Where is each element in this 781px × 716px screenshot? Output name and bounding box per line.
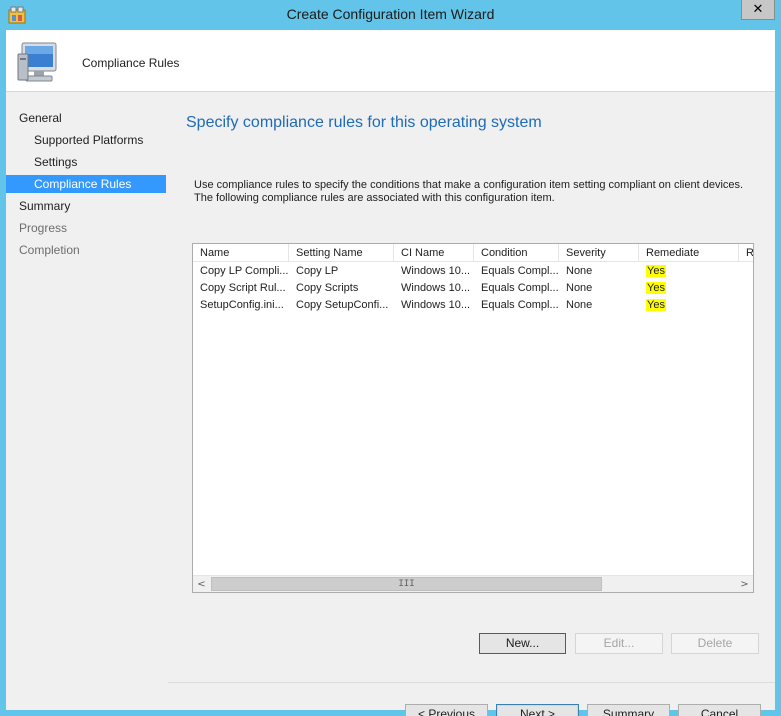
nav-item-settings[interactable]: Settings	[34, 153, 77, 171]
wizard-header: Compliance Rules	[6, 30, 775, 92]
cell-severity: None	[566, 265, 593, 277]
wizard-nav: General Supported Platforms Settings Com…	[6, 93, 168, 710]
previous-button[interactable]: < Previous	[405, 704, 488, 716]
scroll-left-arrow-icon[interactable]: <	[193, 576, 210, 592]
column-header-ci-name[interactable]: CI Name	[394, 244, 474, 261]
table-row[interactable]: SetupConfig.ini... Copy SetupConfi... Wi…	[193, 297, 753, 314]
column-header-condition[interactable]: Condition	[474, 244, 559, 261]
column-header-remediate[interactable]: Remediate	[639, 244, 739, 261]
cell-ci-name: Windows 10...	[401, 282, 471, 294]
nav-item-summary[interactable]: Summary	[19, 197, 70, 215]
nav-item-compliance-rules[interactable]: Compliance Rules	[6, 175, 166, 193]
title-bar[interactable]: Create Configuration Item Wizard ✕	[0, 0, 781, 30]
remediate-value: Yes	[646, 299, 666, 311]
column-header-r[interactable]: R	[739, 244, 753, 261]
edit-rule-button[interactable]: Edit...	[575, 633, 663, 654]
column-header-setting-name[interactable]: Setting Name	[289, 244, 394, 261]
cancel-button[interactable]: Cancel	[678, 704, 761, 716]
list-header: Name Setting Name CI Name Condition Seve…	[193, 244, 753, 262]
cell-remediate: Yes	[639, 297, 739, 314]
cell-name: SetupConfig.ini...	[200, 299, 284, 311]
nav-item-progress: Progress	[19, 221, 68, 235]
table-row[interactable]: Copy Script Rul... Copy Scripts Windows …	[193, 280, 753, 297]
delete-rule-button[interactable]: Delete	[671, 633, 759, 654]
scroll-thumb[interactable]: III	[211, 577, 602, 591]
footer-separator	[168, 682, 775, 683]
cell-setting-name: Copy SetupConfi...	[296, 299, 389, 311]
header-title: Compliance Rules	[82, 56, 180, 70]
scroll-right-arrow-icon[interactable]: >	[736, 576, 753, 592]
window-title: Create Configuration Item Wizard	[286, 6, 495, 22]
page-description: Use compliance rules to specify the cond…	[194, 179, 744, 204]
computer-monitor-icon	[17, 42, 57, 82]
cell-severity: None	[566, 282, 593, 294]
remediate-value: Yes	[646, 282, 666, 294]
next-button[interactable]: Next >	[496, 704, 579, 716]
cell-name: Copy LP Compli...	[200, 265, 289, 277]
page-heading: Specify compliance rules for this operat…	[186, 114, 542, 131]
nav-item-general[interactable]: General	[19, 109, 62, 127]
cell-setting-name: Copy Scripts	[296, 282, 359, 294]
wizard-window: Create Configuration Item Wizard ✕ Compl…	[0, 0, 781, 716]
cell-setting-name: Copy LP	[296, 265, 339, 277]
cell-ci-name: Windows 10...	[401, 265, 471, 277]
new-rule-button[interactable]: New...	[479, 633, 566, 654]
remediate-value: Yes	[646, 265, 666, 277]
scroll-grip-icon: III	[398, 579, 415, 589]
nav-item-supported-platforms[interactable]: Supported Platforms	[34, 131, 143, 149]
cell-severity: None	[566, 299, 593, 311]
cell-remediate: Yes	[639, 263, 739, 280]
cell-ci-name: Windows 10...	[401, 299, 471, 311]
cell-condition: Equals Compl...	[481, 265, 559, 277]
wizard-main: Specify compliance rules for this operat…	[168, 93, 775, 716]
cell-condition: Equals Compl...	[481, 282, 559, 294]
nav-item-completion: Completion	[19, 243, 80, 257]
wizard-client-area: Compliance Rules General Supported Platf…	[6, 30, 775, 716]
summary-button[interactable]: Summary	[587, 704, 670, 716]
horizontal-scrollbar[interactable]: < III >	[193, 575, 753, 592]
column-header-severity[interactable]: Severity	[559, 244, 639, 261]
close-button[interactable]: ✕	[741, 0, 775, 20]
compliance-rules-list[interactable]: Name Setting Name CI Name Condition Seve…	[192, 243, 754, 593]
cell-condition: Equals Compl...	[481, 299, 559, 311]
table-row[interactable]: Copy LP Compli... Copy LP Windows 10... …	[193, 263, 753, 280]
column-header-name[interactable]: Name	[193, 244, 289, 261]
cell-remediate: Yes	[639, 280, 739, 297]
close-icon: ✕	[752, 2, 764, 17]
cell-name: Copy Script Rul...	[200, 282, 286, 294]
